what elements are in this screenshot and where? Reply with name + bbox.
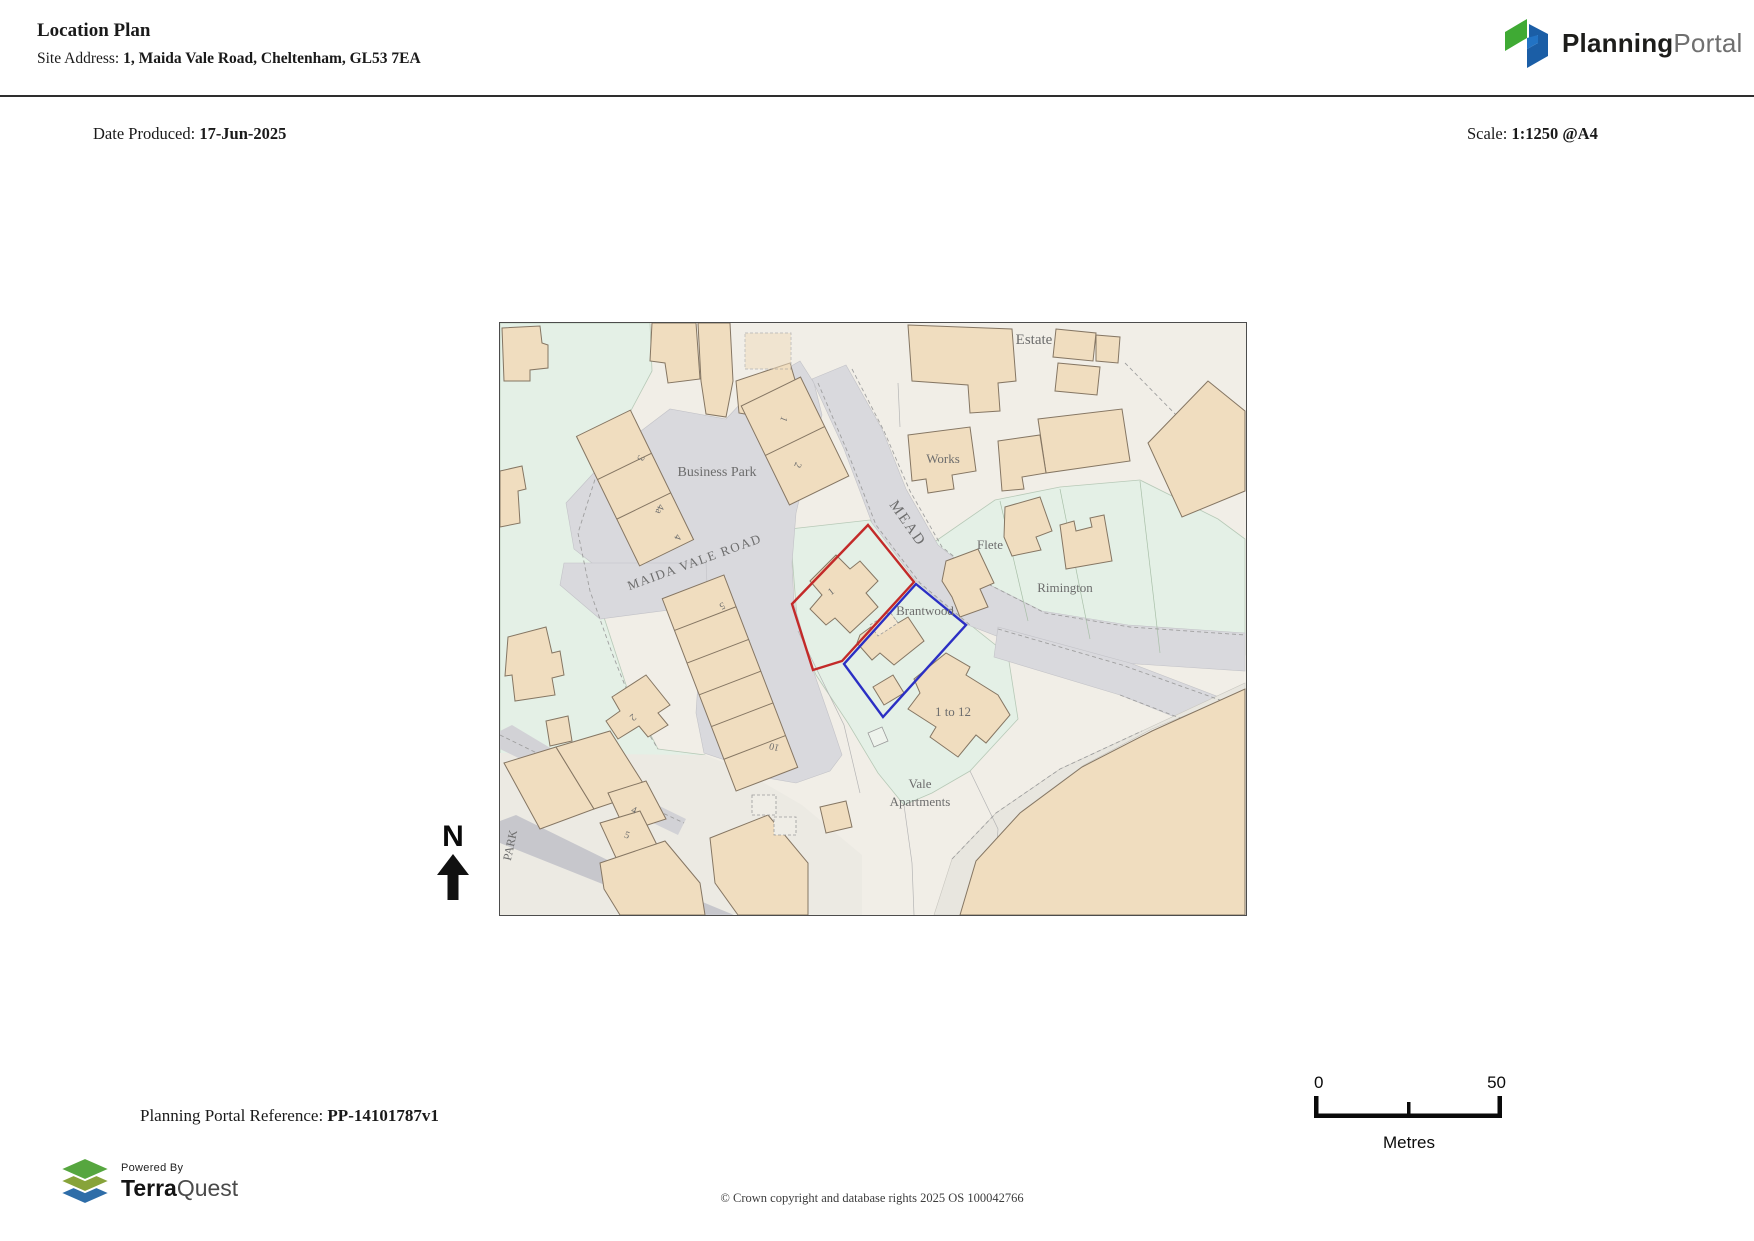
map-label: Apartments — [890, 794, 951, 809]
reference-value: PP-14101787v1 — [327, 1106, 439, 1125]
planning-portal-reference: Planning Portal Reference: PP-14101787v1 — [140, 1106, 439, 1126]
terraquest-icon — [58, 1156, 112, 1206]
scale-label: Scale: — [1467, 124, 1512, 143]
scale-value: 1:1250 @A4 — [1511, 124, 1598, 143]
map-canvas: Business ParkEstateWorksMEAD FleteRimingt… — [500, 323, 1246, 915]
map-label: Vale — [908, 776, 931, 791]
location-plan-document: Location Plan Site Address: 1, Maida Val… — [0, 0, 1754, 1241]
copyright-notice: © Crown copyright and database rights 20… — [720, 1191, 1024, 1205]
location-plan-map: Business Park Estate Works MEAD Flete Rimingt… — [499, 322, 1247, 916]
brand-bold: Planning — [1562, 27, 1674, 58]
north-indicator: N — [433, 820, 473, 905]
brand-light: Portal — [1673, 27, 1743, 58]
date-value: 17-Jun-2025 — [199, 124, 287, 143]
map-label: 1 to 12 — [935, 704, 971, 719]
north-label: N — [442, 820, 464, 853]
north-arrow-icon — [437, 854, 469, 900]
reference-label: Planning Portal Reference: — [140, 1106, 328, 1125]
scale-bar-start: 0 — [1314, 1073, 1323, 1092]
map-label: Estate — [1016, 332, 1053, 348]
header-divider — [0, 95, 1754, 97]
map-label: Brantwood — [896, 603, 954, 618]
date-produced: Date Produced: 17-Jun-2025 — [93, 124, 286, 144]
map-label: Flete — [977, 537, 1003, 552]
scale-note: Scale: 1:1250 @A4 — [1467, 124, 1598, 144]
scale-bar-end: 50 — [1487, 1073, 1506, 1092]
building-dashed — [744, 332, 792, 370]
site-address: Site Address: 1, Maida Vale Road, Chelte… — [37, 50, 421, 68]
planning-portal-wordmark: PlanningPortal — [1562, 28, 1743, 59]
terraquest-logo: Powered By TerraQuest — [58, 1156, 238, 1206]
scale-bar-unit: Metres — [1383, 1133, 1435, 1152]
planning-portal-icon — [1505, 19, 1548, 68]
site-address-value: 1, Maida Vale Road, Cheltenham, GL53 7EA — [123, 50, 421, 67]
powered-by-label: Powered By — [121, 1161, 184, 1174]
map-label: Rimington — [1037, 580, 1093, 595]
scale-bar: 0 50 Metres — [1314, 1073, 1506, 1152]
map-label: Works — [926, 451, 960, 466]
terraquest-wordmark: Powered By TerraQuest — [121, 1161, 239, 1201]
planning-portal-logo: PlanningPortal — [1500, 16, 1743, 70]
outbuilding — [751, 794, 777, 816]
terraquest-light: Quest — [176, 1174, 239, 1201]
site-address-label: Site Address: — [37, 50, 124, 67]
date-label: Date Produced: — [93, 124, 200, 143]
map-label: Business Park — [678, 465, 757, 480]
terraquest-bold: Terra — [121, 1174, 177, 1201]
outbuilding — [773, 816, 797, 836]
page-title: Location Plan — [37, 20, 151, 41]
